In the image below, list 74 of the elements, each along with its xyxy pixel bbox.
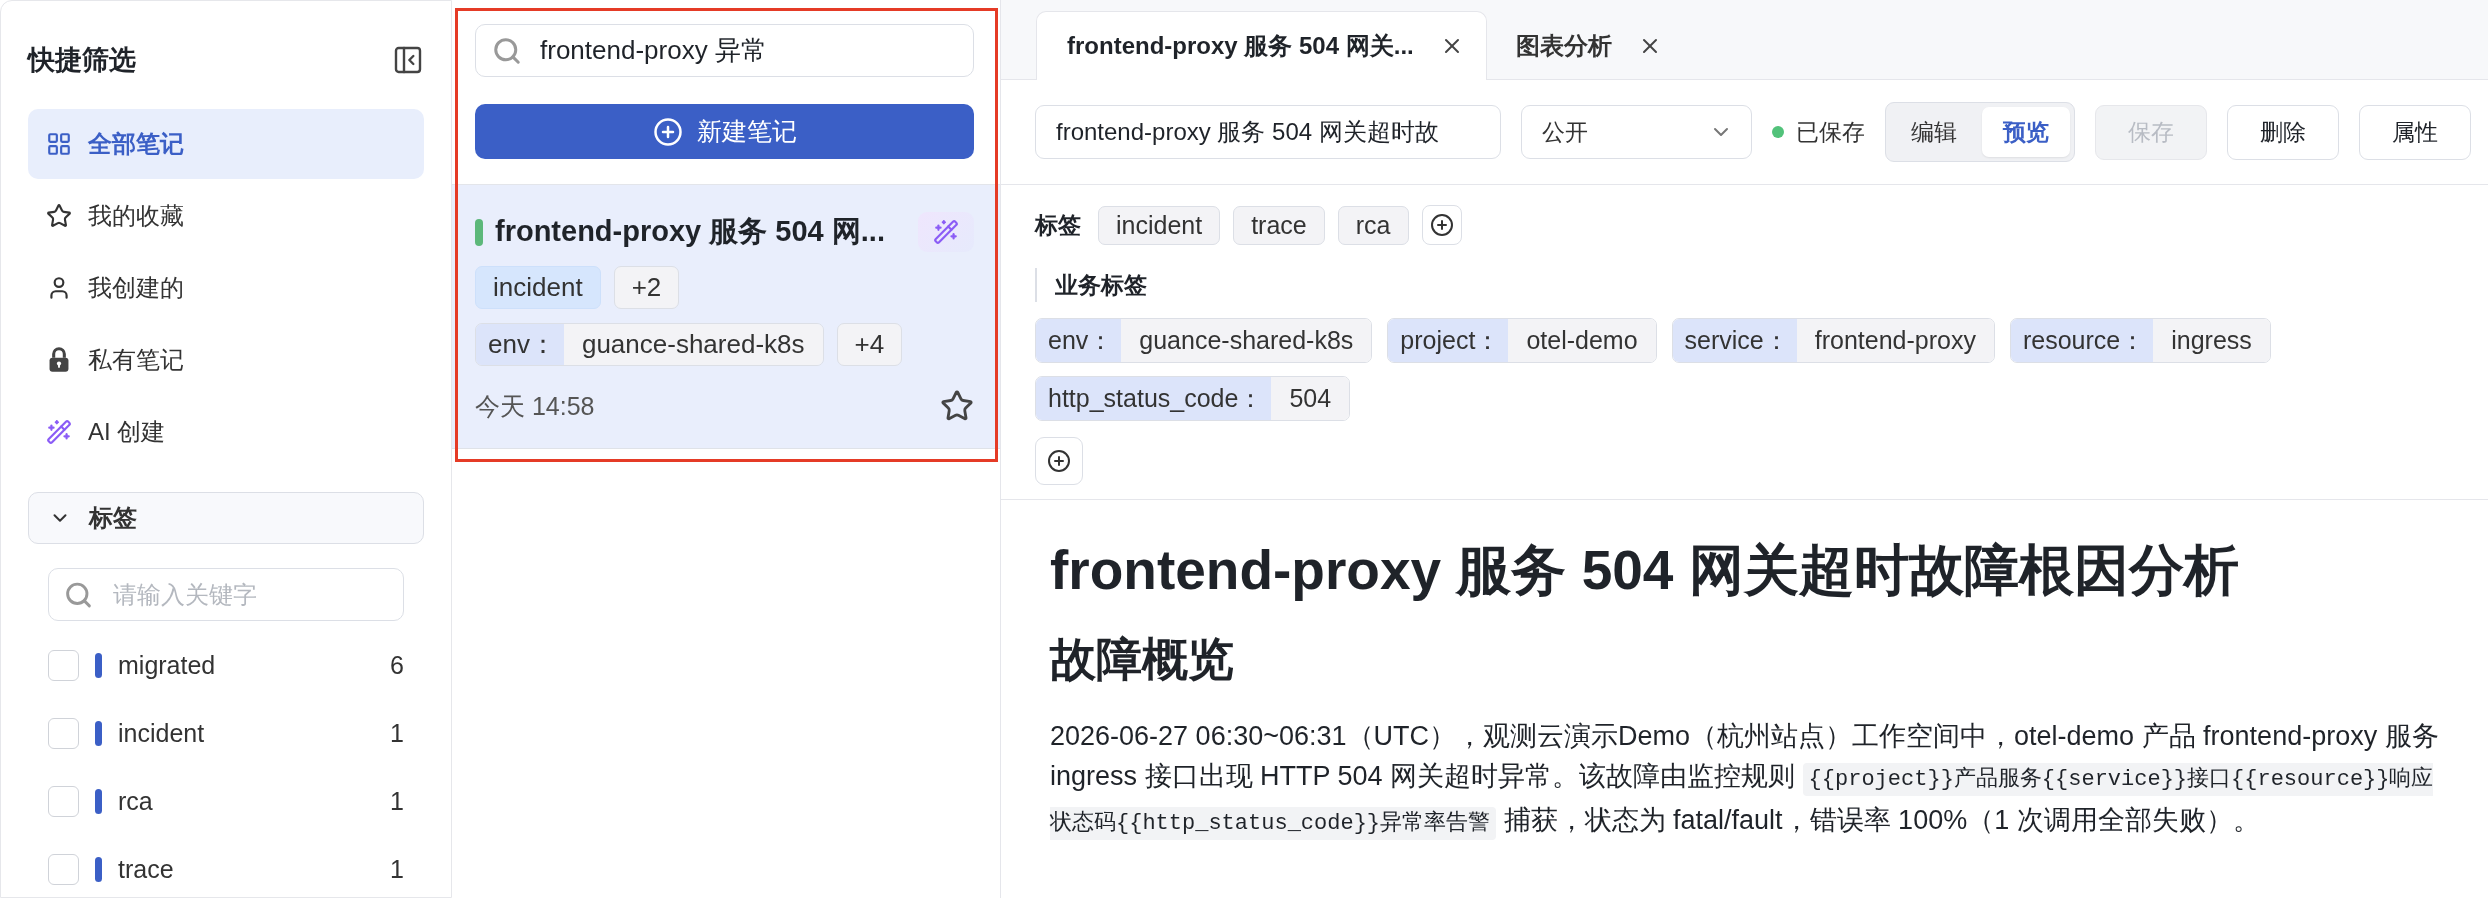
tag-value: otel-demo <box>1508 319 1656 362</box>
add-tag-button[interactable] <box>1421 205 1462 245</box>
tag-count: 6 <box>390 650 404 680</box>
star-icon <box>46 203 72 229</box>
tag-name: incident <box>118 718 206 748</box>
new-note-button[interactable]: 新建笔记 <box>475 104 974 159</box>
plus-circle-icon <box>1429 213 1454 237</box>
business-tags-label: 业务标签 <box>1055 270 1147 300</box>
note-card[interactable]: frontend-proxy 服务 504 网... incident +2 env： guance-shared-k8s +4 今天 14:58 <box>452 185 1000 449</box>
more-tags-count: +4 <box>836 323 903 366</box>
tag: rca <box>1337 205 1409 245</box>
nav-item[interactable]: 私有笔记 <box>28 325 424 395</box>
visibility-select[interactable]: 公开 <box>1521 105 1752 159</box>
nav-item[interactable]: 我的收藏 <box>28 181 424 251</box>
checkbox[interactable] <box>48 649 79 681</box>
tag-search-field[interactable]: 请输入关键字 <box>48 568 404 621</box>
grid-icon <box>46 131 72 157</box>
tag-key: project： <box>1388 319 1509 362</box>
tag-name: trace <box>118 854 175 884</box>
tag-value: guance-shared-k8s <box>1121 319 1372 362</box>
collapse-sidebar-icon[interactable] <box>392 44 424 76</box>
tag-count: 1 <box>390 718 404 748</box>
plus-circle-icon <box>1047 449 1071 473</box>
action-button[interactable]: 属性 <box>2359 104 2471 160</box>
document-title: frontend-proxy 服务 504 网关超时故障根因分析 <box>1050 538 2240 603</box>
tag-value: 504 <box>1271 377 1350 420</box>
nav-item[interactable]: 我创建的 <box>28 253 424 323</box>
note-time: 今天 14:58 <box>475 390 595 422</box>
mode-tab[interactable]: 预览 <box>1982 107 2070 157</box>
tag-key: service： <box>1672 319 1797 362</box>
more-tags-count: +2 <box>613 266 680 309</box>
tag-key: http_status_code： <box>1036 377 1272 420</box>
status-dot-icon <box>1772 126 1784 138</box>
status-marker-icon <box>475 218 483 246</box>
note-title: frontend-proxy 服务 504 网... <box>495 214 886 249</box>
tag-value: guance-shared-k8s <box>563 324 823 365</box>
checkbox[interactable] <box>48 853 79 885</box>
tag: incident <box>1098 205 1221 245</box>
title-input[interactable]: frontend-proxy 服务 504 网关超时故 <box>1035 105 1501 159</box>
tag-key: resource： <box>2010 319 2154 362</box>
save-status: 已保存 <box>1796 117 1865 147</box>
tag-color-marker-icon <box>95 652 102 678</box>
note-search-field[interactable]: frontend-proxy 异常 <box>475 24 974 77</box>
mode-tab[interactable]: 编辑 <box>1890 107 1978 157</box>
checkbox[interactable] <box>48 785 79 817</box>
tab[interactable]: 图表分析 <box>1486 11 1685 80</box>
plus-circle-icon <box>652 116 683 147</box>
add-business-tag-button[interactable] <box>1035 437 1083 485</box>
tag-value: ingress <box>2153 319 2270 362</box>
tag-color-marker-icon <box>95 788 102 814</box>
tag-color-marker-icon <box>95 720 102 746</box>
tab[interactable]: frontend-proxy 服务 504 网关... <box>1036 11 1487 80</box>
nav-item[interactable]: AI 创建 <box>28 397 424 467</box>
search-icon <box>64 580 93 609</box>
magic-wand-icon <box>46 419 72 445</box>
tag-count: 1 <box>390 786 404 816</box>
checkbox[interactable] <box>48 717 79 749</box>
tag-value: frontend-proxy <box>1796 319 1994 362</box>
star-icon[interactable] <box>940 389 974 423</box>
tag: trace <box>1233 205 1325 245</box>
action-button[interactable]: 删除 <box>2227 104 2339 160</box>
tag-section-header[interactable]: 标签 <box>28 492 424 544</box>
tag: incident <box>475 266 601 309</box>
nav-item[interactable]: 全部笔记 <box>28 109 424 179</box>
tag-key: env： <box>476 324 564 365</box>
sidebar-title: 快捷筛选 <box>28 44 136 77</box>
tag-key: env： <box>1036 319 1122 362</box>
section-heading: 故障概览 <box>1050 632 1235 687</box>
tag-color-marker-icon <box>95 856 102 882</box>
tag-name: rca <box>118 786 154 816</box>
search-icon <box>492 35 522 66</box>
tags-label: 标签 <box>1035 210 1081 240</box>
tag-count: 1 <box>390 854 404 884</box>
tag-name: migrated <box>118 650 217 680</box>
